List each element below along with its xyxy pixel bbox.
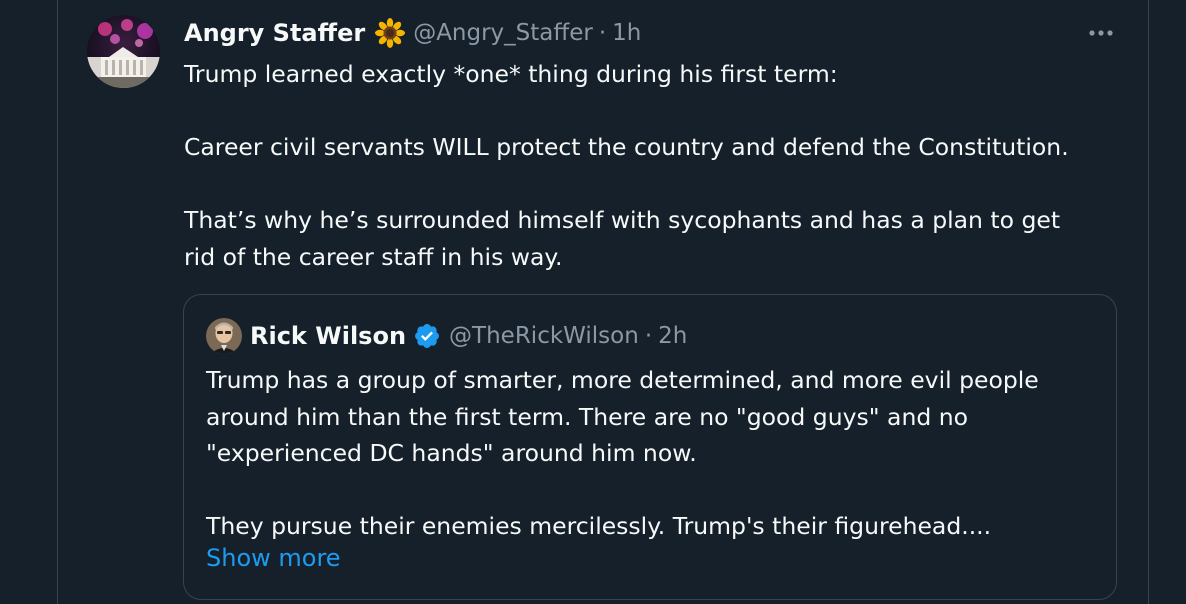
quoted-author-display-name: Rick Wilson	[250, 322, 407, 350]
tweet-timeline-view: Angry Staffer @Angry_Staffer · 1h Trump …	[0, 0, 1186, 604]
quoted-author-avatar	[206, 318, 242, 354]
sunflower-emoji-icon	[375, 18, 406, 48]
tweet-timestamp[interactable]: 1h	[612, 20, 641, 46]
author-avatar[interactable]	[87, 15, 160, 88]
more-options-button[interactable]	[1084, 20, 1118, 46]
quoted-header-separator: ·	[644, 323, 653, 349]
column-divider-left	[57, 0, 58, 604]
quoted-author-avatar-image	[206, 318, 242, 354]
tweet-body-text: Trump learned exactly *one* thing during…	[184, 60, 1069, 271]
verified-badge-icon	[415, 324, 440, 348]
show-more-link[interactable]: Show more	[206, 544, 341, 572]
white-house-avatar-image	[87, 15, 160, 88]
quoted-tweet-timestamp: 2h	[658, 323, 688, 349]
tweet-header: Angry Staffer @Angry_Staffer · 1h	[184, 15, 641, 51]
quoted-tweet-card[interactable]: Rick Wilson @TheRickWilson · 2h Trump ha…	[183, 294, 1117, 600]
author-display-name[interactable]: Angry Staffer	[184, 19, 365, 47]
column-divider-right	[1148, 0, 1149, 604]
more-horizontal-icon	[1089, 30, 1113, 36]
quoted-author-handle: @TheRickWilson	[449, 323, 639, 349]
quoted-tweet-body-text: Trump has a group of smarter, more deter…	[206, 366, 1039, 540]
quoted-tweet-header: Rick Wilson @TheRickWilson · 2h	[206, 317, 687, 355]
header-separator: ·	[598, 20, 607, 46]
author-handle[interactable]: @Angry_Staffer	[413, 20, 593, 46]
